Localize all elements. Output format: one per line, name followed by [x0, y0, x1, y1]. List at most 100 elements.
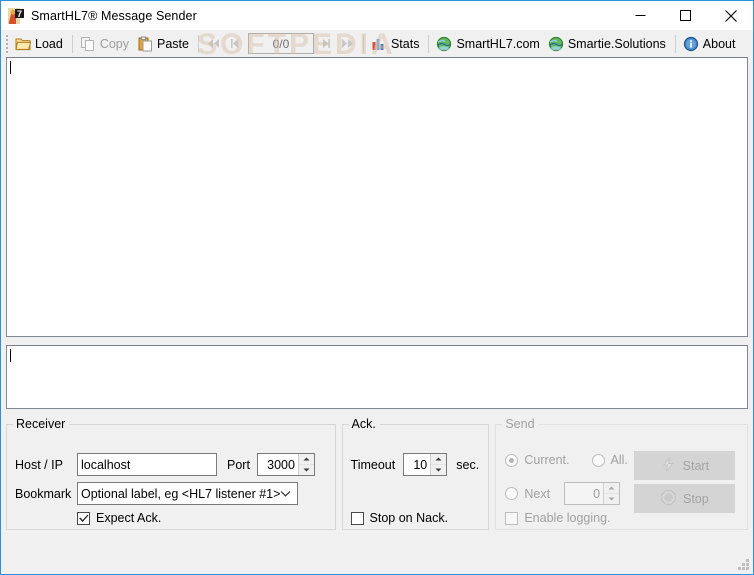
stop-on-nack-label: Stop on Nack. — [369, 511, 449, 525]
send-next-spinner-down[interactable] — [604, 494, 619, 504]
receiver-group: Receiver Host / IP Port Bookmark Optiona… — [6, 417, 336, 530]
host-ip-input[interactable] — [77, 453, 217, 476]
last-message-button[interactable] — [337, 33, 359, 55]
paste-label: Paste — [157, 36, 189, 51]
timeout-spinner[interactable] — [403, 453, 448, 476]
host-row: Host / IP Port — [15, 453, 315, 476]
smartie-solutions-label: Smartie.Solutions — [567, 36, 666, 51]
send-group-legend: Send — [505, 417, 535, 431]
lightning-bolt-icon — [661, 456, 676, 475]
window-controls — [618, 1, 753, 30]
bookmark-label: Bookmark — [15, 486, 72, 501]
radio-dot — [591, 453, 605, 467]
stop-on-nack-checkbox[interactable]: Stop on Nack. — [350, 511, 449, 525]
enable-logging-label: Enable logging. — [524, 511, 611, 525]
timeout-row: Timeout sec. — [350, 453, 479, 476]
send-next-spinner-buttons[interactable] — [603, 483, 620, 504]
port-spinner-down[interactable] — [299, 465, 314, 475]
ack-group: Ack. Timeout sec. Stop on Nack. — [341, 417, 490, 530]
smarthl7-site-label: SmartHL7.com — [456, 36, 540, 51]
port-spinner-up[interactable] — [298, 454, 314, 465]
checkbox-box — [77, 511, 90, 525]
checkmark-icon — [78, 514, 88, 522]
send-next-spinner-up[interactable] — [604, 483, 620, 494]
stop-button[interactable]: Stop — [634, 484, 736, 513]
previous-message-button[interactable] — [225, 33, 247, 55]
expect-ack-row: Expect Ack. — [77, 511, 161, 525]
stop-on-nack-row: Stop on Nack. — [350, 511, 449, 525]
first-message-button[interactable] — [203, 33, 225, 55]
radio-dot — [505, 453, 519, 467]
ack-group-legend: Ack. — [351, 417, 376, 431]
enable-logging-checkbox[interactable]: Enable logging. — [505, 511, 611, 525]
toolbar-drag-handle[interactable] — [4, 34, 10, 53]
send-next-input[interactable] — [565, 483, 604, 504]
start-label: Start — [682, 458, 710, 473]
bookmark-combobox[interactable]: Optional label, eg <HL7 listener #1> — [77, 482, 298, 505]
paste-button[interactable]: Paste — [134, 32, 194, 55]
text-caret — [10, 61, 11, 74]
settings-panel: Receiver Host / IP Port Bookmark Optiona… — [1, 409, 753, 574]
copy-button[interactable]: Copy — [77, 32, 134, 55]
smartie-solutions-link[interactable]: Smartie.Solutions — [545, 32, 671, 55]
toolbar-separator — [71, 34, 73, 53]
timeout-label: Timeout — [350, 457, 396, 472]
port-spinner-buttons[interactable] — [297, 454, 314, 475]
send-next-spinner[interactable] — [564, 482, 621, 505]
stats-label: Stats — [390, 36, 420, 51]
timeout-spinner-up[interactable] — [431, 454, 447, 465]
octagon-stop-icon — [661, 489, 676, 508]
message-text-area[interactable] — [6, 57, 748, 337]
close-button[interactable] — [708, 1, 753, 30]
chevron-down-icon — [280, 483, 291, 504]
load-button[interactable]: Load — [12, 32, 68, 55]
resize-grip[interactable] — [737, 558, 750, 571]
paste-icon — [137, 36, 153, 52]
window-title: SmartHL7® Message Sender — [31, 8, 197, 23]
send-scope-row: Current. All. — [505, 453, 628, 467]
application-window: 7 SmartHL7® Message Sender SOFTPEDIA Loa… — [0, 0, 754, 575]
title-bar: 7 SmartHL7® Message Sender — [1, 1, 753, 30]
log-text-area[interactable] — [6, 345, 748, 409]
maximize-button[interactable] — [663, 1, 708, 30]
host-ip-label: Host / IP — [15, 457, 63, 472]
globe-icon — [436, 36, 452, 52]
send-group: Send Current. All. Next 0 Enable logging… — [495, 417, 748, 530]
receiver-group-legend: Receiver — [16, 417, 66, 431]
bar-chart-icon — [371, 36, 387, 52]
port-input[interactable] — [257, 454, 298, 475]
globe-icon — [548, 36, 564, 52]
info-icon — [683, 36, 699, 52]
next-message-button[interactable] — [315, 33, 337, 55]
stop-label: Stop — [682, 491, 709, 506]
checkbox-box — [350, 511, 364, 525]
timeout-spinner-down[interactable] — [431, 465, 446, 475]
bookmark-row: Bookmark Optional label, eg <HL7 listene… — [15, 482, 298, 505]
port-spinner[interactable] — [256, 453, 315, 476]
smarthl7-site-link[interactable]: SmartHL7.com — [433, 32, 544, 55]
send-next-label: Next — [524, 486, 551, 501]
start-button[interactable]: Start — [634, 451, 736, 480]
load-label: Load — [35, 36, 63, 51]
toolbar-separator — [674, 34, 676, 53]
main-toolbar: SOFTPEDIA Load Copy Paste 0/0 Stats Smar… — [1, 30, 753, 57]
send-all-label: All. — [610, 453, 628, 467]
svg-text:7: 7 — [17, 9, 22, 19]
send-current-radio[interactable]: Current. — [505, 453, 570, 467]
timeout-spinner-buttons[interactable] — [430, 454, 447, 475]
bookmark-value: Optional label, eg <HL7 listener #1> — [81, 486, 281, 501]
about-button[interactable]: About — [680, 32, 741, 55]
minimize-button[interactable] — [618, 1, 663, 30]
message-counter: 0/0 — [247, 33, 314, 54]
send-all-radio[interactable]: All. — [591, 453, 628, 467]
folder-open-icon — [15, 36, 32, 52]
send-next-row: Next — [505, 482, 621, 505]
checkbox-box — [505, 511, 519, 525]
stats-button[interactable]: Stats — [368, 32, 425, 55]
timeout-input[interactable] — [404, 454, 431, 475]
copy-icon — [80, 36, 96, 52]
smarthl7-app-icon: 7 — [8, 7, 24, 24]
expect-ack-checkbox[interactable]: Expect Ack. — [77, 511, 161, 525]
pane-splitter[interactable] — [6, 337, 748, 345]
send-next-radio[interactable]: Next — [505, 487, 550, 501]
